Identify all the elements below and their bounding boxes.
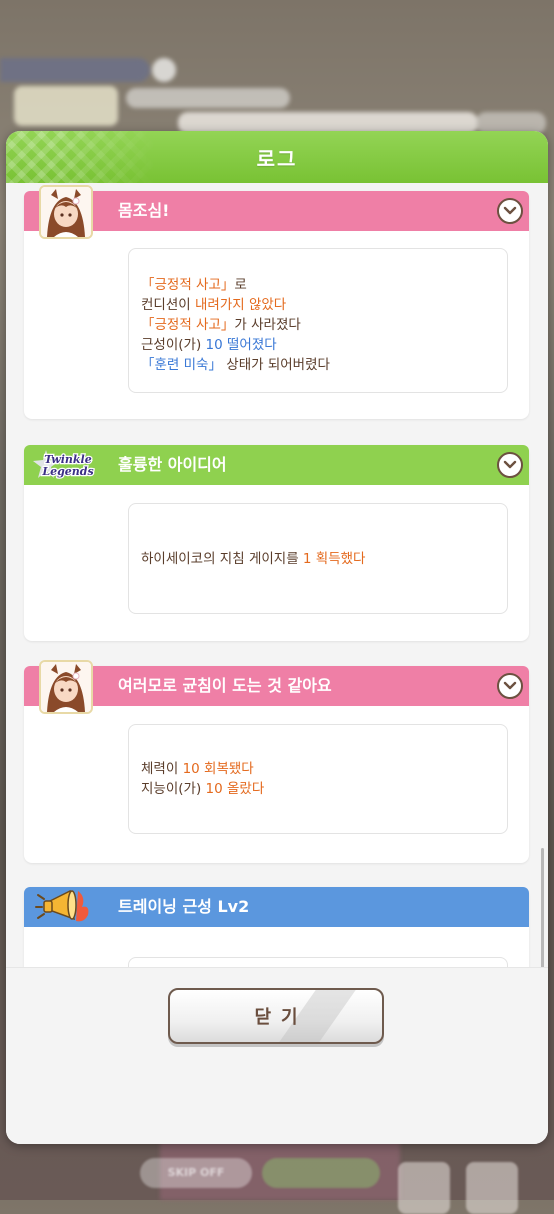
log-entry-title: 훌륭한 아이디어 [118, 455, 227, 474]
log-entry-detail: 「긍정적 사고」로 컨디션이 내려가지 않았다 「긍정적 사고」가 사라졌다 근… [128, 248, 508, 393]
detail-text: 컨디션이 [141, 297, 195, 313]
log-entry-header[interactable]: 몸조심! [24, 185, 529, 239]
log-list[interactable]: 몸조심! 「긍정적 사고」로 컨디션이 내려가지 않았다 「긍정적 사고」가 사… [6, 183, 548, 967]
detail-text: 근성이(가) [141, 337, 206, 353]
detail-text: 「훈련 미숙」 [141, 357, 222, 373]
close-button-label: 닫기 [254, 1007, 308, 1028]
chevron-down-icon[interactable] [497, 452, 523, 478]
log-entry: 몸조심! 「긍정적 사고」로 컨디션이 내려가지 않았다 「긍정적 사고」가 사… [24, 185, 529, 419]
detail-text: 상태가 되어버렸다 [221, 357, 330, 373]
background-card [14, 86, 118, 126]
chevron-down-icon[interactable] [497, 198, 523, 224]
character-portrait-icon [39, 660, 93, 714]
character-portrait-icon [39, 185, 93, 239]
skip-toggle[interactable]: SKIP OFF [140, 1158, 252, 1188]
dialog-footer: 닫기 [6, 967, 548, 1144]
twinkle-legends-logo-icon: Twinkle Legends [32, 449, 102, 481]
goal-bar [0, 58, 150, 82]
chevron-down-icon[interactable] [497, 673, 523, 699]
detail-line: 「긍정적 사고」가 사라졌다 [141, 315, 495, 335]
detail-text: 지능이(가) [141, 781, 206, 797]
detail-text: 「긍정적 사고」 [141, 277, 235, 293]
log-entry: Twinkle Legends 훌륭한 아이디어 하이세이코의 지침 게이지를 … [24, 445, 529, 641]
log-entry: 여러모로 균침이 도는 것 같아요 체력이 10 회복됐다 지능이(가) 10 … [24, 660, 529, 863]
megaphone-icon [34, 885, 94, 927]
detail-line: 컨디션이 내려가지 않았다 [141, 295, 495, 315]
detail-text: 가 사라졌다 [234, 317, 301, 333]
log-entry-detail: 하이세이코의 지침 게이지를 1 획득했다 [128, 503, 508, 614]
detail-text: 「긍정적 사고」 [141, 317, 235, 333]
close-button[interactable]: 닫기 [168, 988, 384, 1044]
detail-text: 10 회복됐다 [182, 761, 254, 777]
log-entry-detail [128, 957, 508, 967]
detail-text: 체력이 [141, 761, 183, 777]
info-icon [152, 58, 176, 82]
log-icon[interactable] [398, 1162, 450, 1214]
detail-text: 10 올랐다 [205, 781, 265, 797]
log-dialog: 로그 몸조심! 「긍정적 사고」로 컨디션이 내려가지 않았다 「긍정적 사고」… [6, 131, 548, 1144]
detail-text: 하이세이코의 지침 게이지를 [141, 550, 303, 567]
detail-line: 지능이(가) 10 올랐다 [141, 779, 495, 799]
detail-text: 내려가지 않았다 [194, 297, 287, 313]
detail-line: 「훈련 미숙」 상태가 되어버렸다 [141, 355, 495, 375]
auto-toggle[interactable] [262, 1158, 380, 1188]
log-entry-title: 트레이닝 근성 Lv2 [118, 897, 250, 916]
log-entry-title: 몸조심! [118, 201, 170, 220]
dialog-title: 로그 [256, 146, 298, 171]
scrollbar[interactable] [541, 848, 544, 967]
log-entry-title: 여러모로 균침이 도는 것 같아요 [118, 676, 332, 695]
log-entry-detail: 체력이 10 회복됐다 지능이(가) 10 올랐다 [128, 724, 508, 834]
log-entry: 트레이닝 근성 Lv2 [24, 887, 529, 967]
dialog-header: 로그 [6, 131, 548, 183]
log-entry-header[interactable]: Twinkle Legends 훌륭한 아이디어 [24, 445, 529, 485]
header-pattern [6, 131, 156, 183]
detail-text: 10 떨어졌다 [205, 337, 277, 353]
svg-text:Legends: Legends [41, 465, 93, 478]
background-card [126, 88, 290, 108]
detail-line: 근성이(가) 10 떨어졌다 [141, 335, 495, 355]
detail-text: 로 [234, 277, 247, 293]
detail-line: 체력이 10 회복됐다 [141, 759, 495, 779]
log-entry-header[interactable]: 트레이닝 근성 Lv2 [24, 887, 529, 927]
detail-text: 1 획득했다 [302, 550, 366, 567]
detail-line: 하이세이코의 지침 게이지를 1 획득했다 [141, 549, 365, 569]
skip-label: SKIP OFF [167, 1166, 225, 1179]
log-entry-header[interactable]: 여러모로 균침이 도는 것 같아요 [24, 660, 529, 714]
menu-icon[interactable] [466, 1162, 518, 1214]
detail-line: 「긍정적 사고」로 [141, 275, 495, 295]
